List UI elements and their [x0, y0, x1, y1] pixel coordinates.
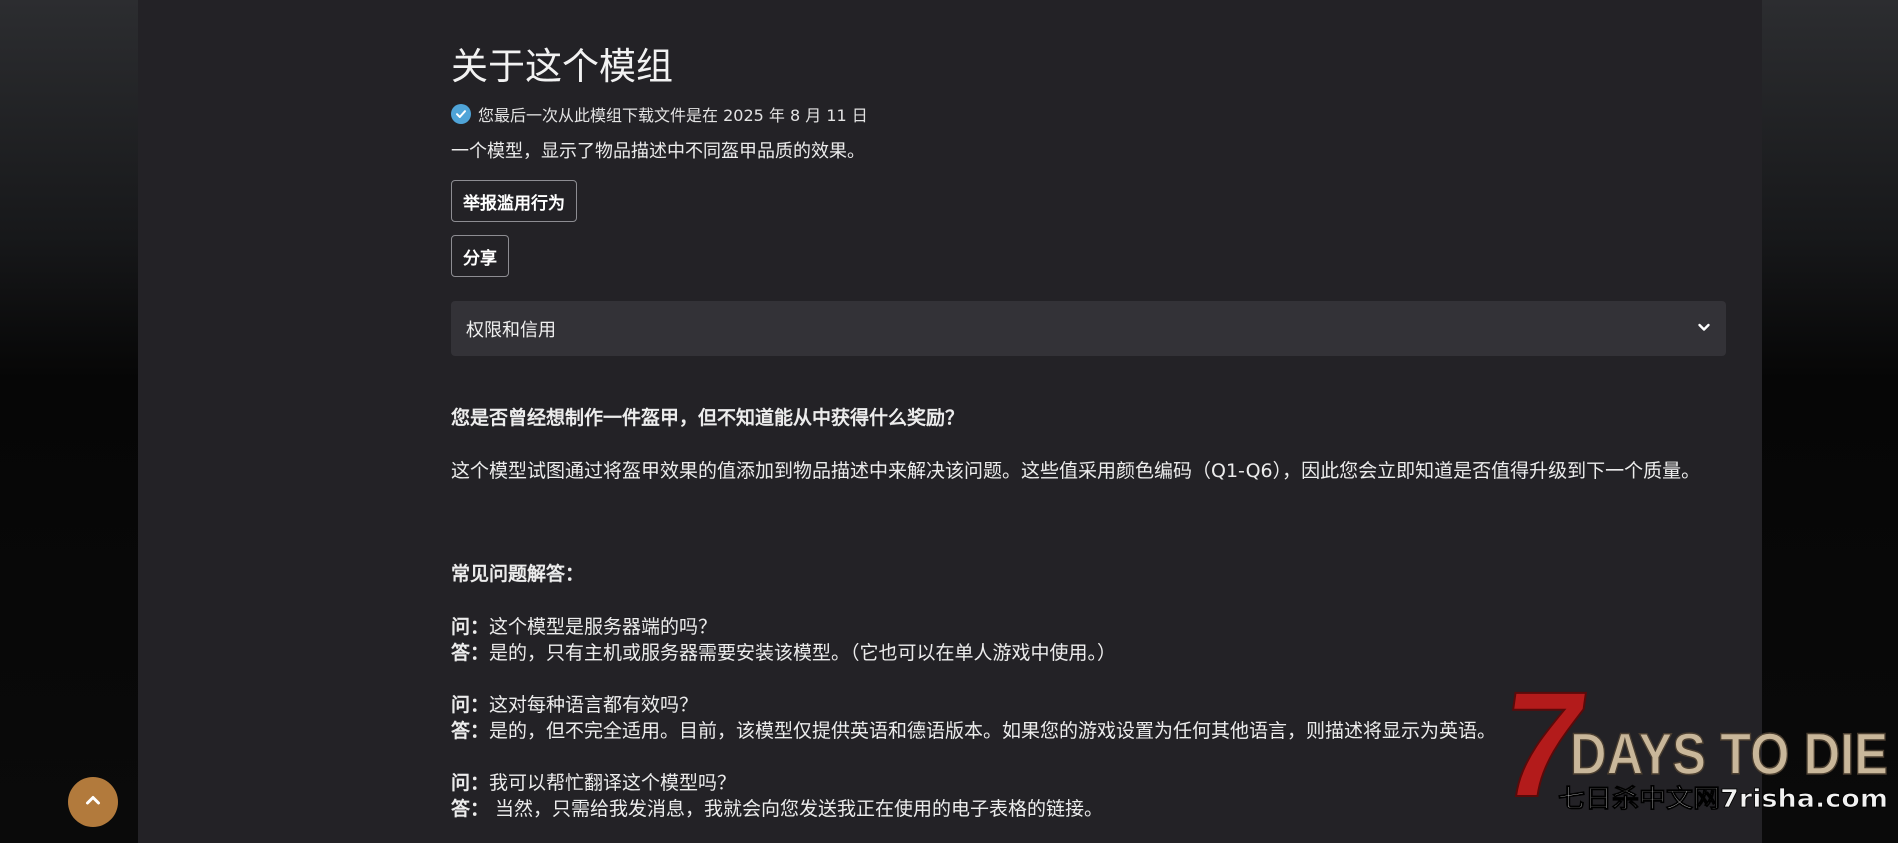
permissions-credits-accordion[interactable]: 权限和信用	[451, 301, 1726, 356]
chevron-up-icon	[83, 790, 103, 814]
logo-subtitle: 七日杀中文网7risha.com	[1558, 784, 1888, 813]
faq-answer: 答：是的，只有主机或服务器需要安装该模型。（它也可以在单人游戏中使用。）	[451, 640, 1116, 666]
faq-answer-label: 答：	[451, 642, 490, 664]
description-body: 这个模型试图通过将盔甲效果的值添加到物品描述中来解决该问题。这些值采用颜色编码（…	[451, 460, 1701, 482]
logo-title: DAYS TO DIE	[1570, 722, 1888, 787]
faq-answer-text: 是的，只有主机或服务器需要安装该模型。（它也可以在单人游戏中使用。）	[489, 642, 1117, 664]
faq-question-text: 这个模型是服务器端的吗？	[489, 616, 718, 638]
page-title: 关于这个模组	[451, 45, 673, 88]
download-note: 您最后一次从此模组下载文件是在 2025 年 8 月 11 日	[451, 102, 868, 126]
chevron-down-icon	[1696, 319, 1712, 339]
faq-question: 问：我可以帮忙翻译这个模型吗？	[451, 770, 736, 796]
watermark-logo: 7 DAYS TO DIE 七日杀中文网7risha.com	[1489, 660, 1892, 837]
report-abuse-button[interactable]: 举报滥用行为	[451, 180, 577, 222]
scroll-to-top-button[interactable]	[68, 777, 118, 827]
faq-question-label: 问：	[451, 616, 490, 638]
accordion-label: 权限和信用	[466, 319, 556, 341]
faq-answer: 答： 当然，只需给我发消息，我就会向您发送我正在使用的电子表格的链接。	[451, 796, 1103, 822]
check-circle-icon	[451, 104, 471, 124]
faq-answer-label: 答：	[451, 720, 490, 742]
faq-question-text: 我可以帮忙翻译这个模型吗？	[489, 772, 737, 794]
download-note-text: 您最后一次从此模组下载文件是在 2025 年 8 月 11 日	[478, 106, 868, 125]
faq-question: 问：这对每种语言都有效吗？	[451, 692, 698, 718]
faq-answer-text: 当然，只需给我发消息，我就会向您发送我正在使用的电子表格的链接。	[489, 798, 1104, 820]
mod-summary: 一个模型，显示了物品描述中不同盔甲品质的效果。	[451, 141, 865, 162]
faq-answer-text: 是的，但不完全适用。目前，该模型仅提供英语和德语版本。如果您的游戏设置为任何其他…	[489, 720, 1497, 742]
faq-question-text: 这对每种语言都有效吗？	[489, 694, 699, 716]
page-background-left	[0, 0, 138, 843]
description-question: 您是否曾经想制作一件盔甲，但不知道能从中获得什么奖励？	[451, 407, 965, 429]
faq-question-label: 问：	[451, 694, 490, 716]
faq-question-label: 问：	[451, 772, 490, 794]
faq-question: 问：这个模型是服务器端的吗？	[451, 614, 717, 640]
faq-answer: 答：是的，但不完全适用。目前，该模型仅提供英语和德语版本。如果您的游戏设置为任何…	[451, 718, 1496, 744]
faq-answer-label: 答：	[451, 798, 490, 820]
share-button[interactable]: 分享	[451, 235, 509, 277]
faq-heading: 常见问题解答：	[451, 563, 585, 585]
